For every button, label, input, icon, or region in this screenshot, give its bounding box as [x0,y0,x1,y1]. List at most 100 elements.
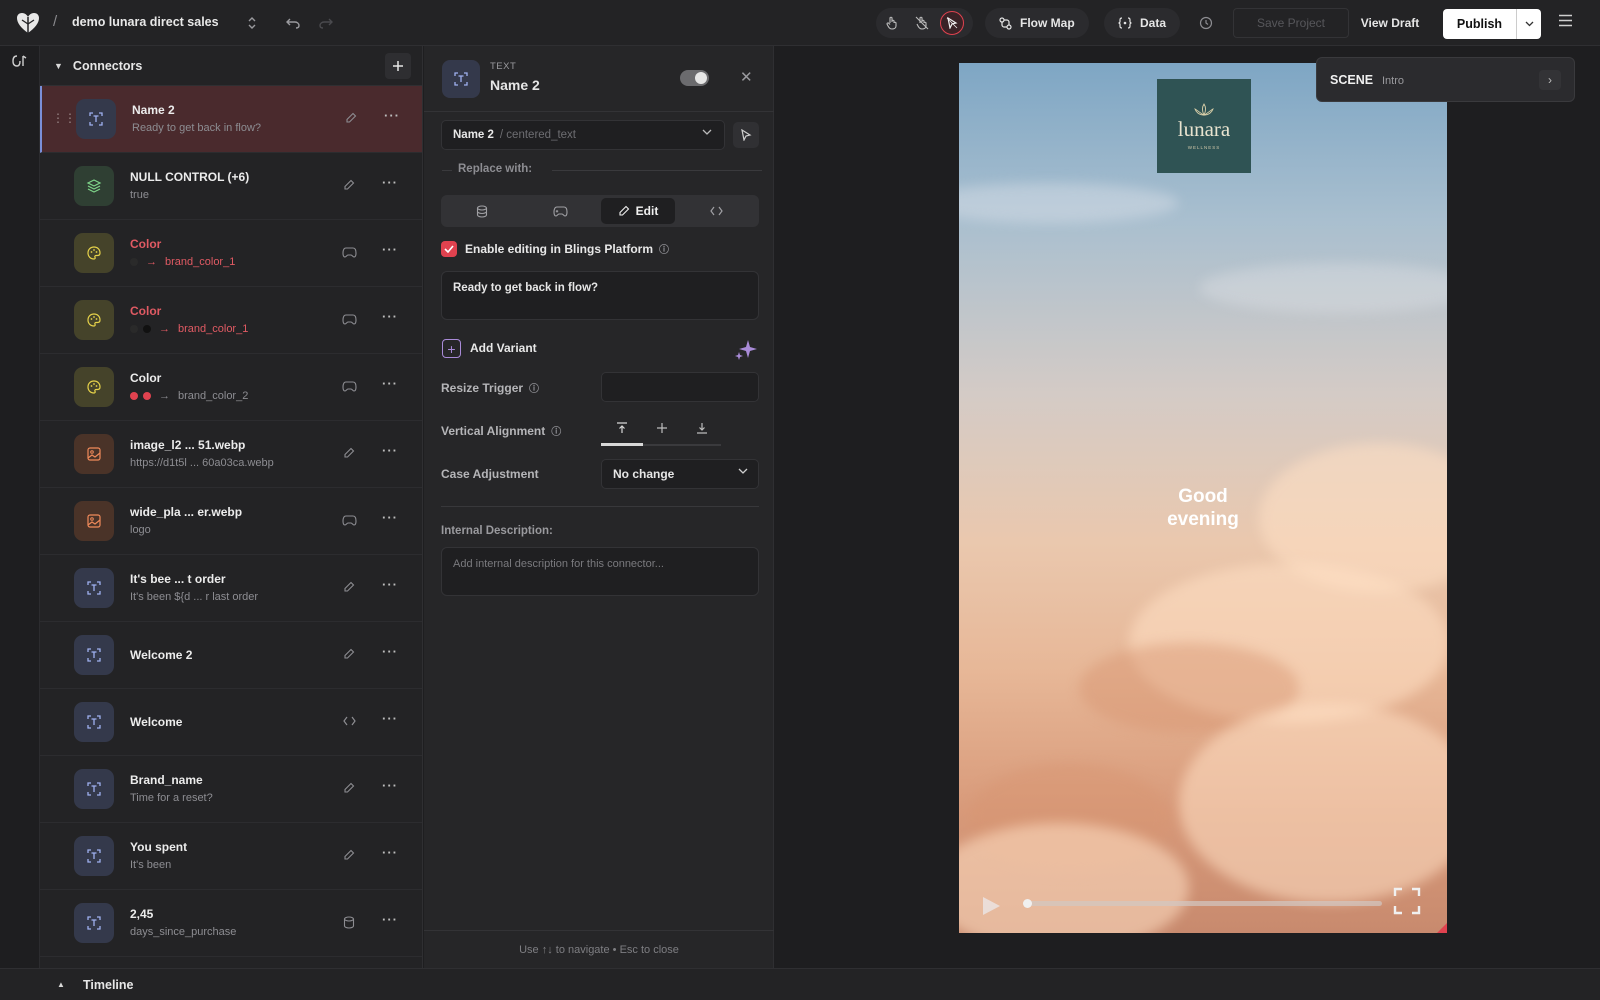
edit-source-tab[interactable]: Edit [601,198,675,224]
edit-icon[interactable] [341,579,357,595]
navigation-hint: Use ↑↓ to navigate • Esc to close [424,930,774,968]
redo-icon[interactable] [316,13,336,33]
connector-row[interactable]: image_l2 ... 51.webp https://d1t5l ... 60… [40,421,422,488]
publish-button[interactable]: Publish [1443,9,1516,39]
case-adjustment-select[interactable]: No change [601,459,759,489]
more-options-icon[interactable]: ··· [382,912,398,927]
project-name[interactable]: demo lunara direct sales [72,15,219,29]
connector-row[interactable]: Color → brand_color_1 ··· [40,220,422,287]
connector-row[interactable]: Color → brand_color_2 ··· [40,354,422,421]
connector-name: Name 2 [132,103,175,117]
align-middle-icon[interactable] [652,419,672,437]
connector-row[interactable]: Color → brand_color_1 ··· [40,287,422,354]
text-value-field[interactable]: Ready to get back in flow? [441,271,759,320]
internal-description-field[interactable]: Add internal description for this connec… [441,547,759,596]
code-source-tab[interactable] [679,198,753,224]
connector-row[interactable]: It's bee ... t order It's been ${d ... r … [40,555,422,622]
video-preview[interactable]: lunara WELLNESS Good evening [959,63,1447,933]
publish-options-chevron-icon[interactable] [1516,9,1541,39]
more-options-icon[interactable]: ··· [382,175,398,190]
align-bottom-icon[interactable] [692,419,712,437]
gamepad-icon[interactable] [341,244,357,260]
history-icon[interactable] [1196,13,1216,33]
more-options-icon[interactable]: ··· [382,376,398,391]
enable-editing-checkbox[interactable] [441,241,457,257]
divider [441,506,759,507]
drag-handle-icon[interactable]: ⋮⋮ [52,111,76,125]
hamburger-menu-icon[interactable] [1558,14,1573,27]
app-logo-icon[interactable] [16,12,40,34]
view-draft-button[interactable]: View Draft [1345,8,1435,38]
database-source-tab[interactable] [445,198,519,224]
connector-row[interactable]: NULL CONTROL (+6) true ··· [40,153,422,220]
panel-toggle-icon[interactable] [11,54,29,68]
gamepad-icon[interactable] [341,311,357,327]
connector-row[interactable]: ⋮⋮ Name 2 Ready to get back in flow? ··· [40,86,422,153]
more-options-icon[interactable]: ··· [382,778,398,793]
expand-caret-icon[interactable]: ▲ [57,980,65,989]
ai-sparkle-icon[interactable] [734,338,758,362]
video-progress-bar[interactable] [1024,901,1382,906]
add-connector-button[interactable] [385,53,411,79]
connector-name: It's bee ... t order [130,572,226,586]
flow-map-button[interactable]: Flow Map [985,8,1089,38]
hand-off-icon[interactable] [910,11,934,35]
data-button[interactable]: Data [1104,8,1181,38]
database-icon[interactable] [341,914,357,930]
pick-layer-button[interactable] [733,122,759,148]
edit-icon[interactable] [341,646,357,662]
more-options-icon[interactable]: ··· [382,577,398,592]
greeting-text[interactable]: Good evening [959,485,1447,531]
more-options-icon[interactable]: ··· [382,711,398,726]
help-icon[interactable]: ⓘ [529,380,539,395]
connector-row[interactable]: Welcome 2 ··· [40,622,422,689]
more-options-icon[interactable]: ··· [382,309,398,324]
undo-icon[interactable] [283,13,303,33]
connector-row[interactable]: Brand_name Time for a reset? ··· [40,756,422,823]
connector-row[interactable]: wide_pla ... er.webp logo ··· [40,488,422,555]
help-icon[interactable]: ⓘ [659,241,669,256]
edit-icon[interactable] [343,110,359,126]
project-switch-icon[interactable] [242,13,262,33]
code-icon[interactable] [341,713,357,729]
edit-icon[interactable] [341,445,357,461]
collapse-caret-icon[interactable]: ▼ [54,61,63,71]
edit-icon[interactable] [341,847,357,863]
connector-row[interactable]: You spent It's been ··· [40,823,422,890]
add-variant-button[interactable]: Add Variant [470,341,537,355]
help-icon[interactable]: ⓘ [551,423,561,438]
edit-icon[interactable] [341,177,357,193]
gamepad-icon[interactable] [341,378,357,394]
select-cursor-icon[interactable] [940,11,964,35]
timeline-bar[interactable]: ▲ Timeline [0,968,1600,1000]
more-options-icon[interactable]: ··· [382,443,398,458]
connector-row[interactable]: Welcome ··· [40,689,422,756]
scene-indicator[interactable]: SCENE Intro › [1316,57,1575,102]
play-icon[interactable] [980,895,1002,917]
more-options-icon[interactable]: ··· [382,510,398,525]
hand-pointer-icon[interactable] [880,11,904,35]
chevron-right-icon[interactable]: › [1539,70,1561,90]
resize-trigger-input[interactable] [601,372,759,402]
interactive-source-tab[interactable] [523,198,597,224]
layer-select[interactable]: Name 2 / centered_text [441,120,725,150]
more-options-icon[interactable]: ··· [382,845,398,860]
connector-enabled-toggle[interactable] [680,70,709,86]
more-options-icon[interactable]: ··· [384,108,400,123]
align-top-icon[interactable] [612,419,632,437]
resize-corner[interactable] [1437,923,1447,933]
add-variant-icon[interactable]: + [442,339,461,358]
connector-name: Welcome 2 [130,648,193,662]
close-details-icon[interactable]: ✕ [740,68,753,86]
edit-icon[interactable] [341,780,357,796]
connector-row[interactable]: 2,45 days_since_purchase ··· [40,890,422,957]
progress-handle[interactable] [1023,899,1032,908]
gamepad-icon[interactable] [341,512,357,528]
connectors-header[interactable]: ▼ Connectors [40,46,422,86]
more-options-icon[interactable]: ··· [382,242,398,257]
fullscreen-icon[interactable] [1393,887,1421,915]
connector-name: 2,45 [130,907,154,921]
save-project-button[interactable]: Save Project [1233,8,1349,38]
more-options-icon[interactable]: ··· [382,644,398,659]
lotus-icon [1192,102,1216,117]
